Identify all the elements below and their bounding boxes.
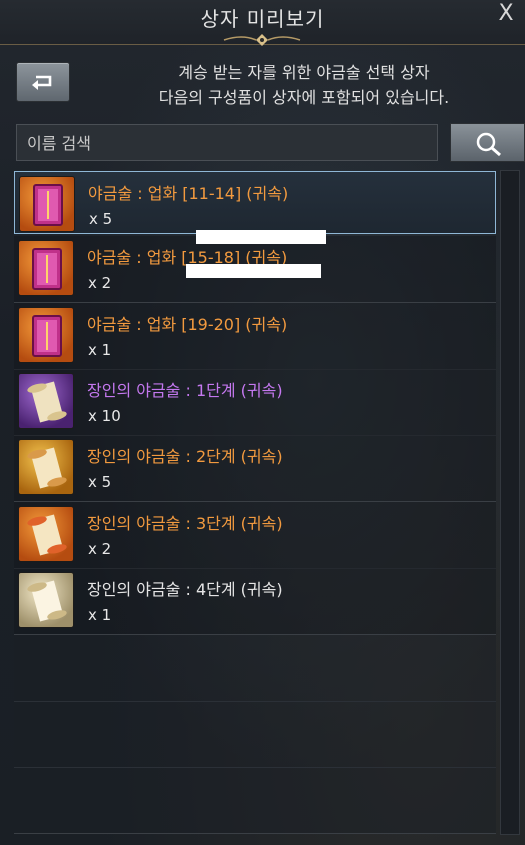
metallurgy-book-icon (18, 307, 74, 363)
empty-row (14, 767, 496, 834)
item-quantity: x 5 (89, 210, 113, 228)
scroll-icon (18, 373, 74, 429)
list-item[interactable]: 장인의 야금술 : 1단계 (귀속) x 10 (14, 369, 496, 436)
metallurgy-book-icon (18, 240, 74, 296)
list-item[interactable]: 장인의 야금술 : 2단계 (귀속) x 5 (14, 435, 496, 502)
scroll-icon (18, 506, 74, 562)
description: 계승 받는 자를 위한 야금술 선택 상자 다음의 구성품이 상자에 포함되어 … (84, 60, 524, 110)
title-bar: 상자 미리보기 X (0, 0, 525, 46)
list-item[interactable]: 야금술 : 업화 [19-20] (귀속) x 1 (14, 303, 496, 370)
redaction-bar (186, 264, 321, 278)
description-line-1: 계승 받는 자를 위한 야금술 선택 상자 (178, 63, 430, 82)
item-name: 야금술 : 업화 [11-14] (귀속) (88, 184, 289, 203)
item-quantity: x 2 (88, 274, 112, 292)
item-quantity: x 1 (88, 341, 112, 359)
search-box (16, 124, 438, 162)
return-arrow-icon (32, 75, 52, 90)
item-name: 장인의 야금술 : 4단계 (귀속) (87, 580, 283, 599)
list-item[interactable]: 장인의 야금술 : 4단계 (귀속) x 1 (14, 568, 496, 635)
item-name: 장인의 야금술 : 3단계 (귀속) (87, 514, 283, 533)
item-name: 야금술 : 업화 [19-20] (귀속) (87, 315, 288, 334)
search-button[interactable] (450, 123, 525, 162)
redaction-bar (196, 230, 326, 244)
item-quantity: x 10 (88, 407, 121, 425)
search-input[interactable] (25, 125, 429, 162)
window-title: 상자 미리보기 (200, 7, 325, 31)
item-quantity: x 5 (88, 473, 112, 491)
item-name: 장인의 야금술 : 2단계 (귀속) (87, 447, 283, 466)
ornament-icon (223, 34, 301, 46)
back-button[interactable] (16, 62, 70, 102)
description-line-2: 다음의 구성품이 상자에 포함되어 있습니다. (158, 88, 450, 107)
metallurgy-book-icon (19, 176, 75, 232)
empty-row (14, 701, 496, 768)
item-quantity: x 2 (88, 540, 112, 558)
list-item[interactable]: 야금술 : 업화 [11-14] (귀속) x 5 (14, 171, 496, 234)
scrollbar[interactable] (500, 170, 520, 835)
item-quantity: x 1 (88, 606, 112, 624)
scroll-icon (18, 439, 74, 495)
item-name: 장인의 야금술 : 1단계 (귀속) (87, 381, 283, 400)
search-icon (476, 132, 501, 157)
scroll-icon (18, 572, 74, 628)
empty-row (14, 635, 496, 702)
close-icon[interactable]: X (493, 0, 519, 28)
list-item[interactable]: 장인의 야금술 : 3단계 (귀속) x 2 (14, 502, 496, 569)
